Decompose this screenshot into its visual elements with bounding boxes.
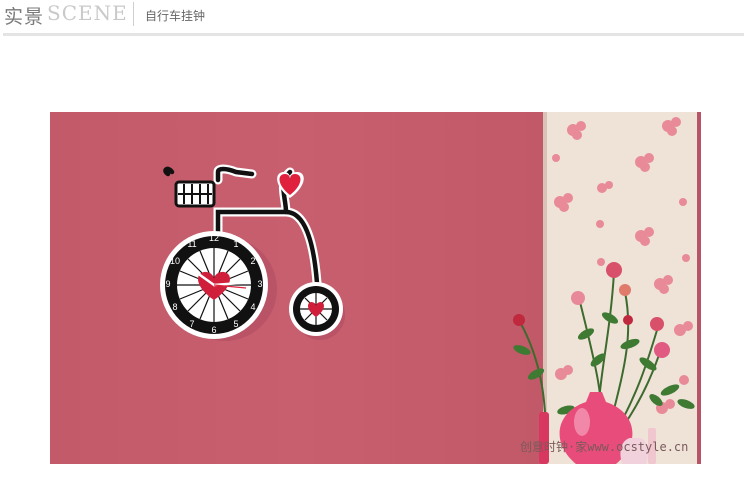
header-rule	[3, 33, 744, 36]
numeral-3: 3	[257, 279, 262, 289]
numeral-6: 6	[211, 325, 216, 335]
watermark-text: 创意时钟·家www.ocstyle.cn	[520, 440, 689, 454]
numeral-4: 4	[250, 302, 255, 312]
section-subtitle: 自行车挂钟	[145, 9, 206, 23]
section-title-cn: 实景	[4, 6, 45, 28]
numeral-10: 10	[170, 256, 180, 266]
bicycle-clock: 12 1 2 3 4 5 6 7 8 9 10 11	[160, 164, 345, 341]
title-divider	[133, 2, 134, 26]
numeral-9: 9	[165, 279, 170, 289]
product-scene-image: 12 1 2 3 4 5 6 7 8 9 10 11 创意时钟·家www.ocs…	[50, 112, 701, 464]
numeral-5: 5	[233, 319, 238, 329]
numeral-1: 1	[233, 239, 238, 249]
numeral-12: 12	[209, 233, 219, 243]
numeral-11: 11	[187, 239, 196, 249]
numeral-2: 2	[250, 256, 255, 266]
numeral-7: 7	[189, 319, 194, 329]
section-header: 实景 SCENE 自行车挂钟	[0, 0, 750, 38]
section-title-en: SCENE	[47, 1, 128, 25]
scene-illustration: 12 1 2 3 4 5 6 7 8 9 10 11	[160, 117, 695, 464]
numeral-8: 8	[172, 302, 177, 312]
